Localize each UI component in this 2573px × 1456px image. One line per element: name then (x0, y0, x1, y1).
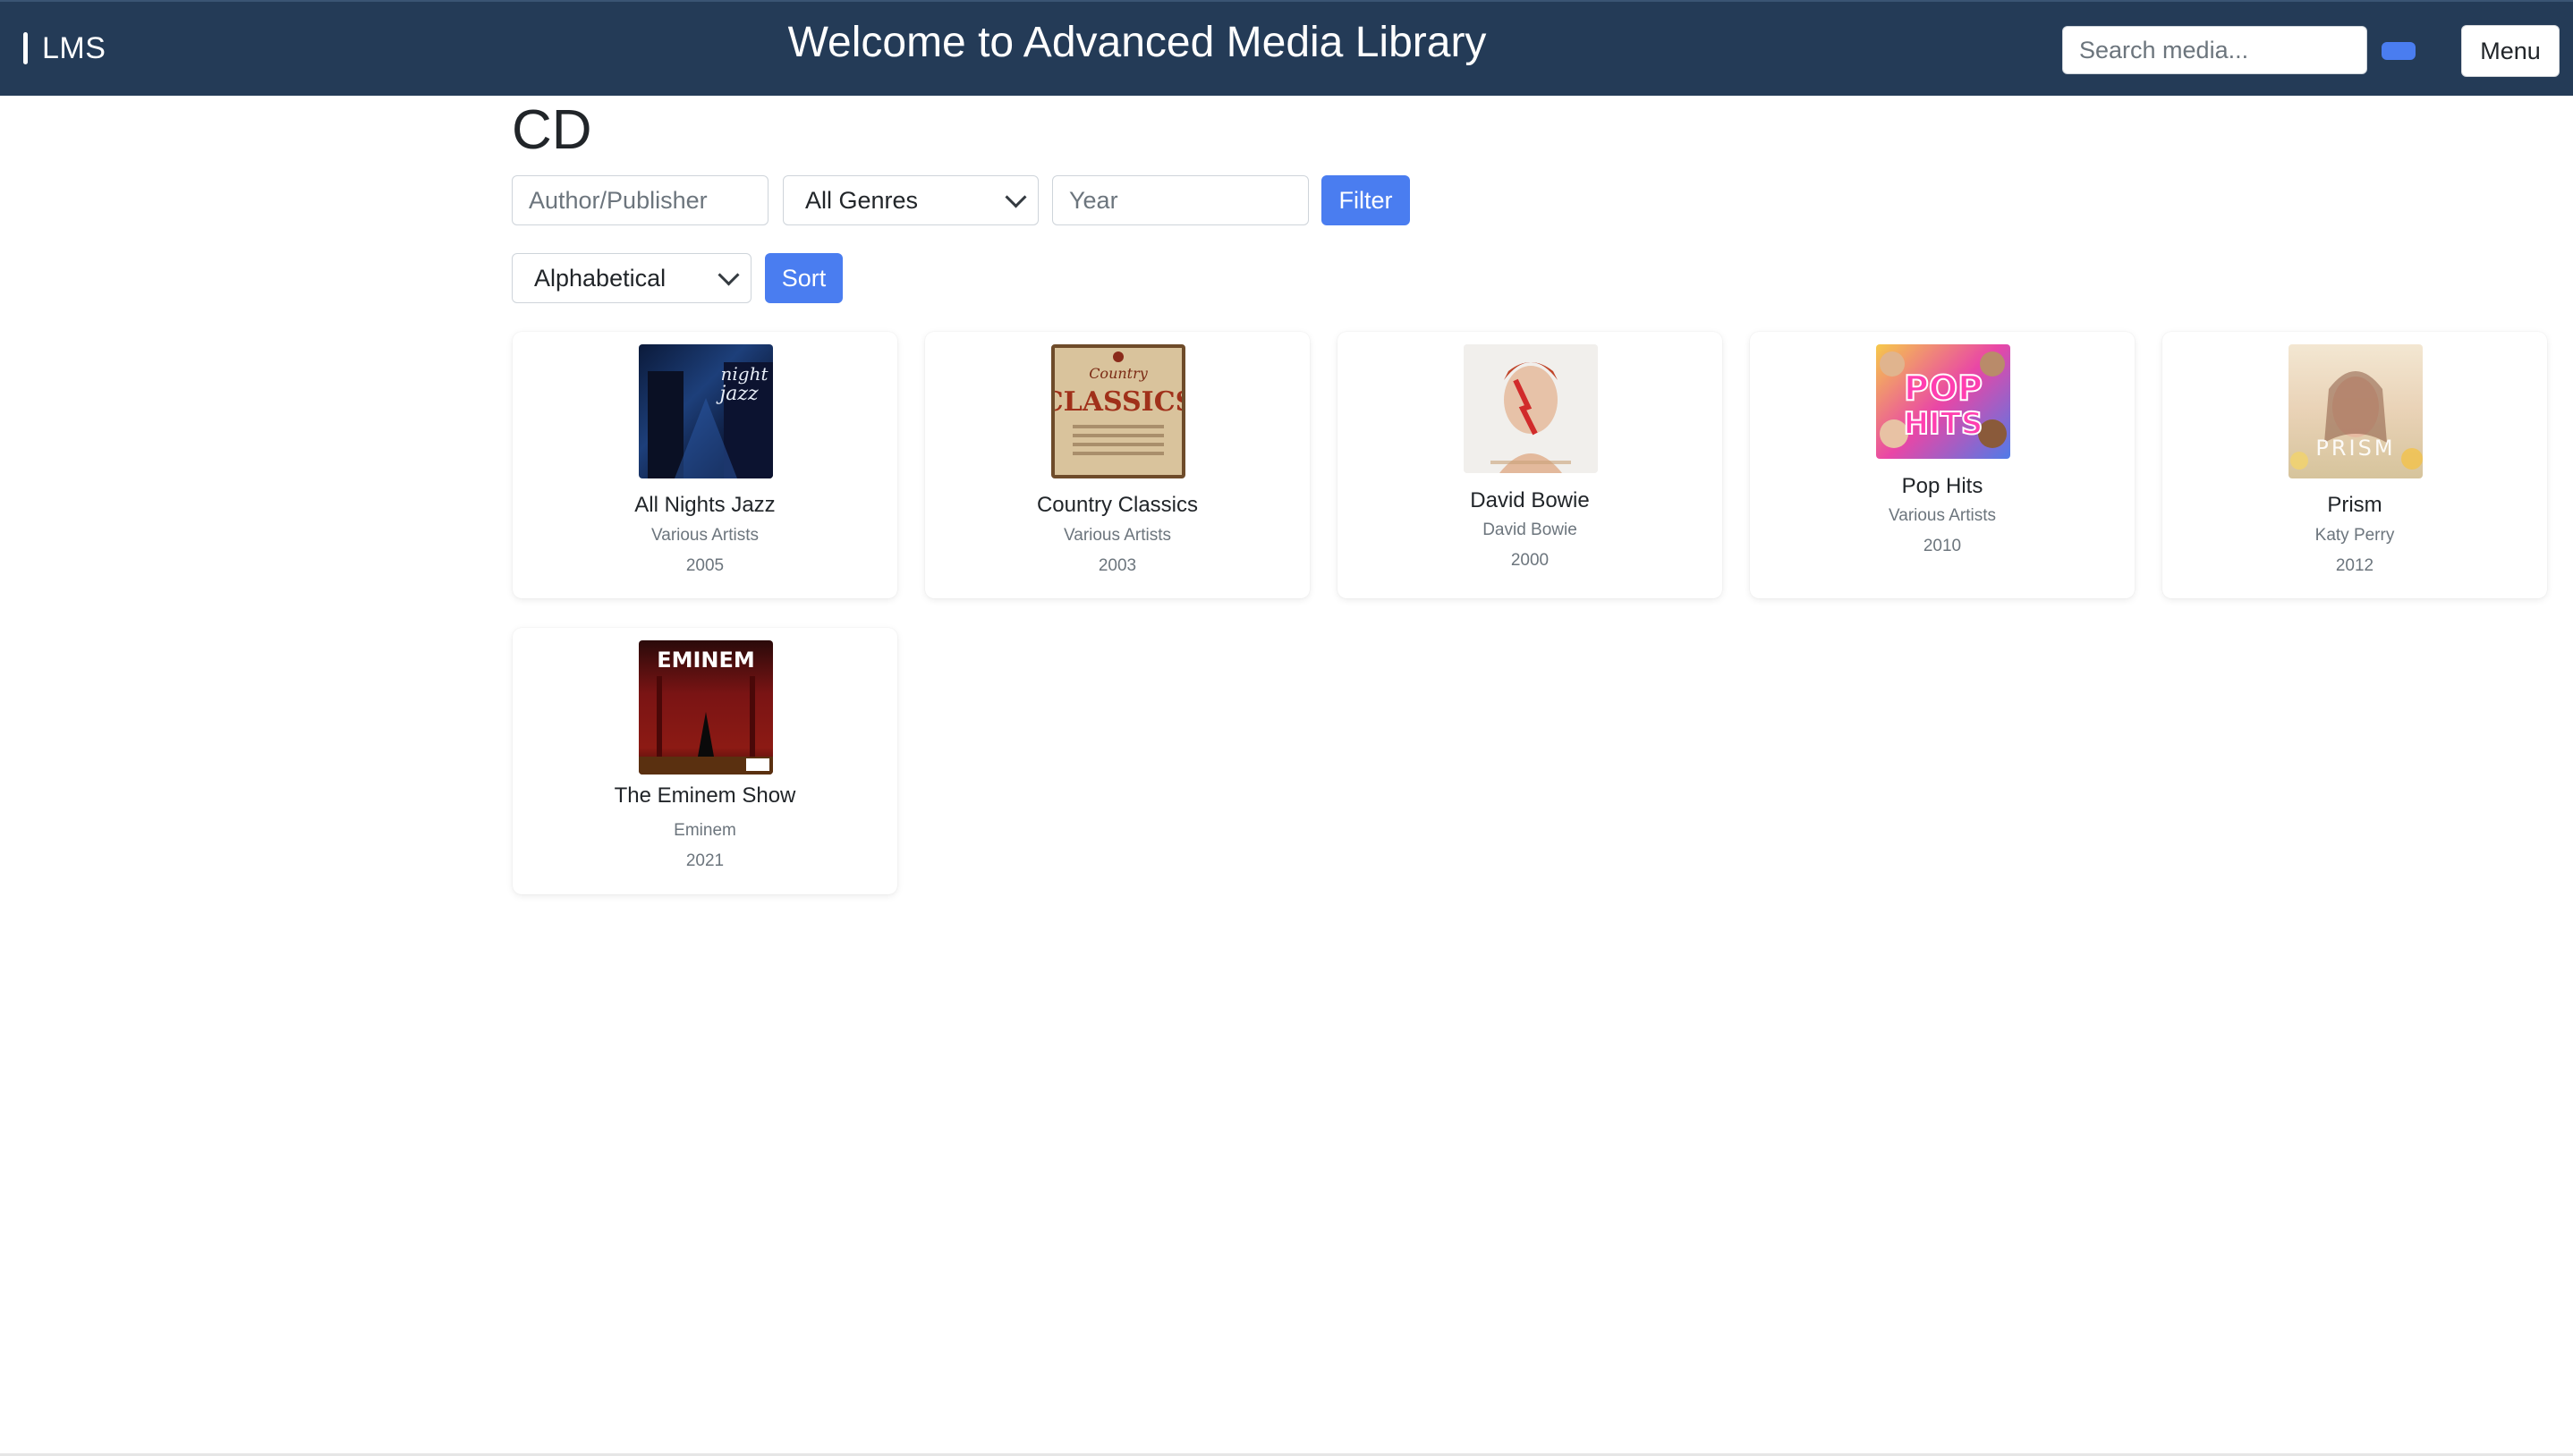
svg-text:jazz: jazz (715, 383, 759, 405)
svg-text:POP: POP (1904, 368, 1983, 408)
genre-select[interactable]: All Genres (783, 175, 1039, 225)
media-card[interactable]: POP HITS Pop Hits Various Artists 2010 (1750, 332, 2135, 598)
svg-text:HITS: HITS (1904, 406, 1983, 442)
card-artist: Various Artists (650, 526, 760, 545)
category-title: CD (512, 99, 592, 161)
album-cover-image: PRISM (2289, 344, 2423, 478)
media-card[interactable]: PRISM Prism Katy Perry 2012 (2162, 332, 2547, 598)
top-navbar: LMS Welcome to Advanced Media Library Me… (0, 0, 2573, 96)
sort-select-value: Alphabetical (534, 264, 667, 292)
chevron-down-icon (1005, 185, 1027, 208)
sort-button[interactable]: Sort (765, 253, 843, 303)
svg-text:CLASSICS: CLASSICS (1055, 386, 1182, 418)
card-year: 2012 (2335, 556, 2374, 575)
card-title: The Eminem Show (614, 783, 796, 808)
sort-select[interactable]: Alphabetical (512, 253, 752, 303)
year-input[interactable] (1052, 175, 1309, 225)
card-title: Country Classics (1036, 493, 1199, 517)
card-year: 2021 (685, 851, 725, 870)
chevron-down-icon (718, 263, 740, 286)
album-cover-image: POP HITS (1876, 344, 2010, 459)
card-artist: Katy Perry (2314, 526, 2395, 545)
media-card[interactable]: EMINEM The Eminem Show Eminem 2021 (513, 628, 897, 894)
card-title: Pop Hits (1901, 474, 1983, 498)
media-card[interactable]: David Bowie David Bowie 2000 (1337, 332, 1722, 598)
card-title: David Bowie (1470, 488, 1590, 512)
card-title: All Nights Jazz (634, 493, 776, 517)
svg-text:night: night (721, 363, 769, 385)
svg-text:PRISM: PRISM (2315, 436, 2395, 461)
card-year: 2005 (685, 556, 725, 575)
card-artist: David Bowie (1482, 521, 1577, 539)
genre-select-value: All Genres (805, 186, 919, 214)
album-cover-image: Country CLASSICS (1051, 344, 1185, 478)
svg-text:Country: Country (1089, 365, 1149, 382)
media-card[interactable]: night jazz All Nights Jazz Various Artis… (513, 332, 897, 598)
menu-button[interactable]: Menu (2461, 25, 2560, 77)
card-artist: Various Artists (1063, 526, 1172, 545)
filter-button[interactable]: Filter (1321, 175, 1410, 225)
search-input[interactable] (2062, 26, 2367, 74)
section-divider (513, 96, 2573, 98)
card-artist: Eminem (674, 821, 736, 840)
album-cover-image (1464, 344, 1598, 473)
card-year: 2003 (1098, 556, 1137, 575)
album-cover-image: night jazz (639, 344, 773, 478)
album-cover-image: EMINEM (639, 640, 773, 775)
card-year: 2000 (1510, 551, 1550, 570)
search-button[interactable] (2382, 42, 2416, 60)
page-heading: Welcome to Advanced Media Library (787, 19, 1487, 66)
card-title: Prism (2327, 493, 2382, 517)
card-year: 2010 (1923, 537, 1962, 555)
card-artist: Various Artists (1888, 506, 1997, 525)
media-card[interactable]: Country CLASSICS Country Classics Variou… (925, 332, 1310, 598)
author-publisher-input[interactable] (512, 175, 769, 225)
svg-text:EMINEM: EMINEM (657, 648, 755, 673)
